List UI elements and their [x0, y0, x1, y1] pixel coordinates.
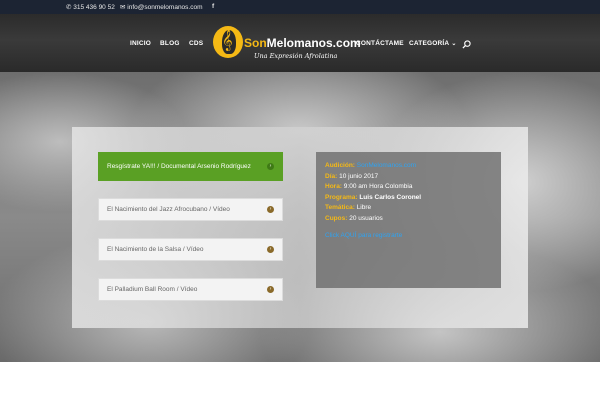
accordion-item-jazz-afrocubano[interactable]: El Nacimiento del Jazz Afrocubano / Víde… — [98, 198, 283, 221]
facebook-icon[interactable]: f — [212, 3, 214, 10]
info-tematica: Temática: Libre — [325, 203, 492, 214]
info-cupos-value: 20 usuarios — [349, 214, 383, 222]
info-cupos-key: Cupos: — [325, 214, 348, 222]
info-tematica-value: Libre — [356, 204, 372, 212]
nav-item-contactame[interactable]: CONTÁCTAME — [356, 40, 404, 47]
brand-part-melomanos: Melomanos.com — [266, 36, 361, 50]
info-dia: Día: 10 junio 2017 — [325, 172, 492, 183]
accordion-item-palladium[interactable]: El Palladium Ball Room / Vídeo › — [98, 278, 283, 301]
info-audicion: Audición: SonMelomanos.com — [325, 161, 492, 172]
nav-item-categoria-label: CATEGORÍA — [409, 40, 450, 47]
email-icon: ✉ — [120, 4, 126, 11]
chevron-right-icon: › — [267, 246, 274, 253]
main-header: INICIO BLOG CDS 𝄞 SonMelomanos.com Una E… — [0, 14, 600, 72]
accordion-item-registro[interactable]: Resgístrate YA!!! / Documental Arsenio R… — [98, 152, 283, 181]
chevron-right-icon: › — [267, 163, 274, 170]
info-programa: Programa: Luis Carlos Coronel — [325, 193, 492, 204]
info-audicion-link[interactable]: SonMelomanos.com — [357, 162, 416, 169]
accordion-item-label: El Palladium Ball Room / Vídeo — [107, 285, 198, 293]
accordion-item-label: El Nacimiento de la Salsa / Vídeo — [107, 245, 204, 253]
nav-item-inicio[interactable]: INICIO — [130, 40, 151, 47]
info-hora-value: 9:00 am Hora Colombia — [343, 183, 413, 191]
search-icon[interactable] — [462, 40, 471, 49]
email-contact[interactable]: ✉ info@sonmelomanos.com — [120, 3, 203, 11]
info-programa-key: Programa: — [325, 193, 358, 201]
accordion-item-label: El Nacimiento del Jazz Afrocubano / Víde… — [107, 205, 230, 213]
brand-part-son: Son — [244, 36, 267, 50]
info-tematica-key: Temática: — [325, 204, 355, 212]
top-bar: ✆ 315 436 90 52 ✉ info@sonmelomanos.com … — [0, 0, 600, 14]
nav-item-cds[interactable]: CDS — [189, 40, 203, 47]
accordion-item-label: Resgístrate YA!!! / Documental Arsenio R… — [107, 162, 251, 170]
chevron-right-icon: › — [267, 206, 274, 213]
info-hora-key: Hora: — [325, 183, 342, 191]
info-cupos: Cupos: 20 usuarios — [325, 214, 492, 225]
event-info-box: Audición: SonMelomanos.com Día: 10 junio… — [316, 152, 501, 288]
brand-tagline: Una Expresión Afrolatina — [254, 52, 338, 60]
info-audicion-key: Audición: — [325, 162, 355, 169]
accordion-item-salsa[interactable]: El Nacimiento de la Salsa / Vídeo › — [98, 238, 283, 261]
nav-item-categoria[interactable]: CATEGORÍA ⌄ — [409, 40, 457, 47]
phone-contact[interactable]: ✆ 315 436 90 52 — [66, 3, 115, 11]
info-programa-value: Luis Carlos Coronel — [359, 193, 422, 201]
logo-clef-icon[interactable]: 𝄞 — [213, 26, 243, 58]
phone-icon: ✆ — [66, 4, 72, 11]
brand-logo[interactable]: SonMelomanos.com — [244, 36, 361, 50]
phone-number: 315 436 90 52 — [73, 4, 115, 11]
info-dia-key: Día: — [325, 172, 338, 180]
info-dia-value: 10 junio 2017 — [339, 172, 379, 180]
register-link[interactable]: Click AQUÍ para registrarte — [325, 232, 492, 239]
nav-item-blog[interactable]: BLOG — [160, 40, 180, 47]
info-hora: Hora: 9:00 am Hora Colombia — [325, 182, 492, 193]
content-panel: Resgístrate YA!!! / Documental Arsenio R… — [72, 127, 528, 328]
chevron-right-icon: › — [267, 286, 274, 293]
hero-section: Resgístrate YA!!! / Documental Arsenio R… — [0, 72, 600, 362]
chevron-down-icon: ⌄ — [451, 41, 457, 47]
email-address: info@sonmelomanos.com — [127, 4, 203, 11]
